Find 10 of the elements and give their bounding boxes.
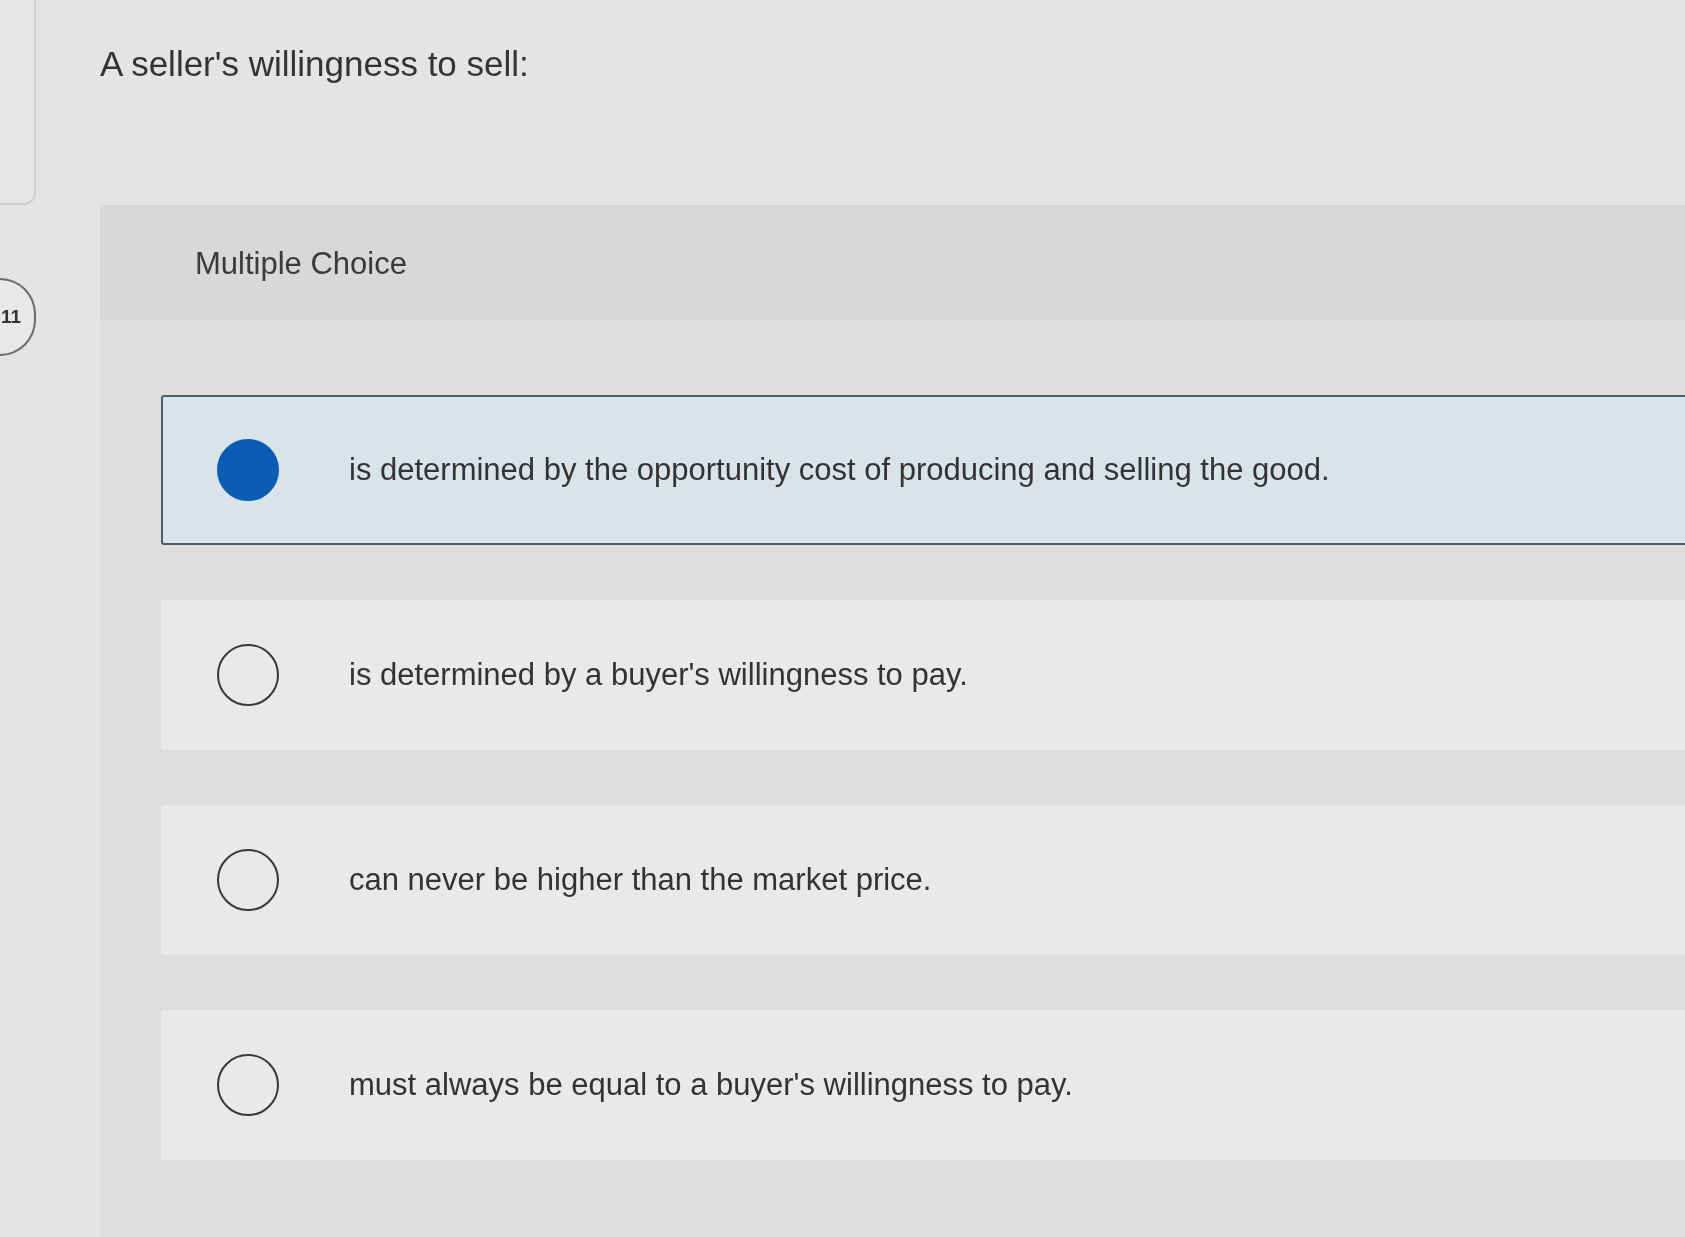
question-text: A seller's willingness to sell: (100, 43, 530, 85)
answer-option[interactable]: is determined by a buyer's willingness to pay. (161, 600, 1685, 750)
answer-option[interactable]: is determined by the opportunity cost of producing and selling the good. (161, 395, 1685, 545)
radio-button[interactable] (217, 849, 279, 911)
radio-button[interactable] (217, 644, 279, 706)
answer-option[interactable]: must always be equal to a buyer's willingness to pay. (161, 1010, 1685, 1160)
radio-button[interactable] (217, 1054, 279, 1116)
answer-option[interactable]: can never be higher than the market price. (161, 805, 1685, 955)
question-number-badge[interactable]: 11 (0, 278, 36, 356)
question-type-label: Multiple Choice (195, 246, 407, 281)
